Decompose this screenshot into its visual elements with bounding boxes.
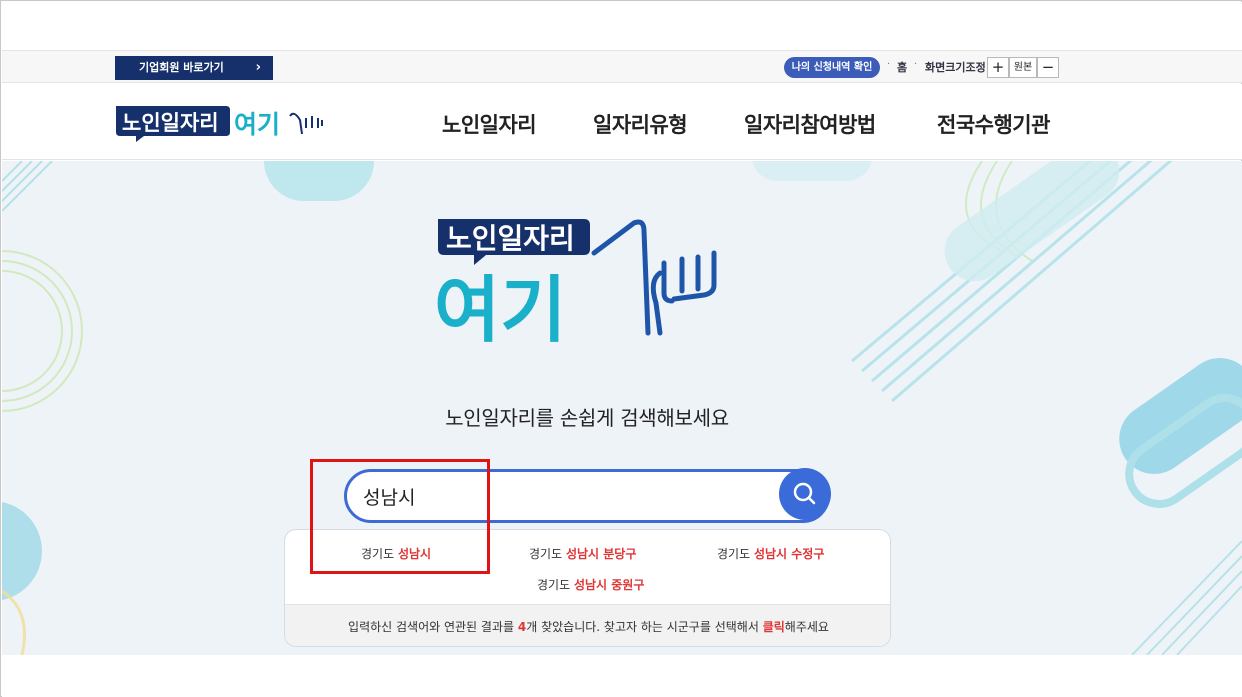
font-size-label: 화면크기조정 [925,61,986,74]
annotation-highlight-box [310,459,490,574]
chevron-right-icon: › [255,60,261,75]
pointing-hand-icon [289,112,323,135]
result-prefix: 경기도 [537,578,574,592]
search-icon [793,482,816,505]
message-text: 해주세요 [784,620,829,634]
business-member-link[interactable]: 기업회원 바로가기 › [115,56,273,80]
hero-logo-text-main: 노인일자리 [446,222,575,255]
message-text: 입력하신 검색어와 연관된 결과를 [348,620,518,634]
result-prefix: 경기도 [529,547,566,561]
nav-how-to-participate[interactable]: 일자리참여방법 [744,109,876,139]
click-emphasis: 클릭 [762,620,785,634]
top-blank-area [2,2,1242,50]
result-count-message: 입력하신 검색어와 연관된 결과를 4개 찾았습니다. 찾고자 하는 시군구를 … [285,604,890,646]
result-match: 성남시 수정구 [753,547,825,561]
logo-text-main: 노인일자리 [122,111,219,135]
utility-bar: 기업회원 바로가기 › 나의 신청내역 확인 · 홈 · 화면크기조정 + 원본… [2,50,1242,83]
font-decrease-button[interactable]: − [1037,57,1059,78]
nav-agencies[interactable]: 전국수행기관 [937,109,1050,139]
home-link[interactable]: 홈 [897,59,907,75]
bottom-blank-area [2,655,1242,697]
search-button[interactable] [779,468,831,520]
result-item[interactable]: 경기도 성남시 분당구 [529,545,636,562]
result-match: 성남시 중원구 [573,578,645,592]
my-application-button[interactable]: 나의 신청내역 확인 [784,57,880,78]
result-prefix: 경기도 [717,547,754,561]
browser-frame: 기업회원 바로가기 › 나의 신청내역 확인 · 홈 · 화면크기조정 + 원본… [0,0,1242,697]
site-header: 노인일자리 여기 노인일자리 일자리유형 일자리참여방법 전국수행기관 [2,84,1242,160]
separator-dot: · [914,59,918,70]
result-item[interactable]: 경기도 성남시 중원구 [537,576,644,593]
logo-text-here: 여기 [234,110,280,139]
business-member-link-label: 기업회원 바로가기 [139,61,224,74]
font-original-button[interactable]: 원본 [1009,57,1037,78]
search-tagline: 노인일자리를 손쉽게 검색해보세요 [445,406,729,430]
separator-dot: · [887,59,891,70]
hero-section: 노인일자리 여기 노인일자리를 손쉽게 검색해보세요 경기도 성남시 [2,161,1242,655]
pointing-finger-icon [591,219,717,336]
nav-job-types[interactable]: 일자리유형 [593,109,688,139]
result-item[interactable]: 경기도 성남시 수정구 [717,545,824,562]
result-count: 4 [517,620,527,634]
message-text: 개 찾았습니다. 찾고자 하는 시군구를 선택해서 [526,620,763,634]
site-logo[interactable]: 노인일자리 여기 [114,102,329,142]
nav-senior-jobs[interactable]: 노인일자리 [442,109,537,139]
result-match: 성남시 분당구 [565,547,637,561]
hero-logo: 노인일자리 여기 [434,219,717,343]
hero-logo-text-here: 여기 [434,268,566,343]
font-increase-button[interactable]: + [987,57,1009,78]
